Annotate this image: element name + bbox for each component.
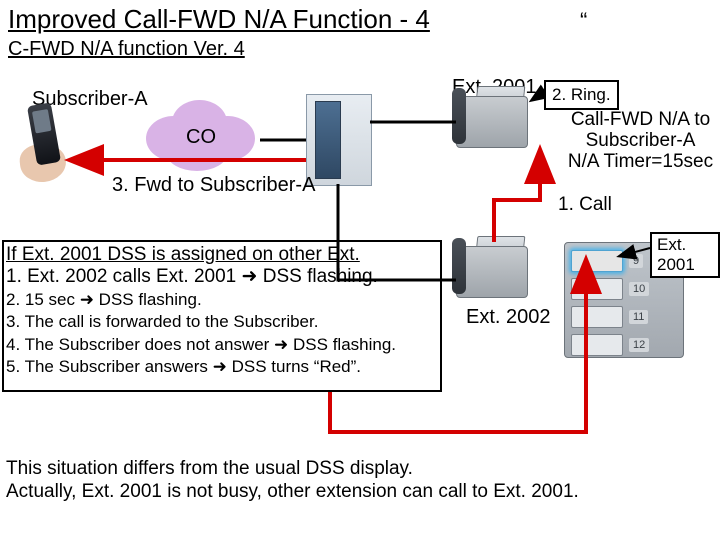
ring-step-box: 2. Ring.	[544, 80, 619, 110]
subscriber-mobile-icon	[18, 108, 78, 192]
dss-num-12: 12	[629, 338, 649, 352]
dss-num-9: 9	[629, 254, 643, 268]
page-title: Improved Call-FWD N/A Function - 4	[8, 4, 430, 35]
cfwd-line2: Subscriber-A	[558, 131, 720, 152]
dss-num-10: 10	[629, 282, 649, 296]
dss-ext-bubble: Ext. 2001	[650, 232, 720, 278]
dss-key-11	[571, 306, 623, 328]
subtitle: C-FWD N/A function Ver. 4	[8, 38, 245, 61]
scenario-step-4: 4. The Subscriber does not answer ➜ DSS …	[6, 335, 396, 354]
note-line-1: This situation differs from the usual DS…	[6, 458, 413, 479]
dss-key-12	[571, 334, 623, 356]
cfwd-line1: Call-FWD N/A to	[558, 110, 720, 131]
phone-ext-2001	[456, 92, 534, 154]
stray-quote: “	[580, 8, 587, 34]
cfwd-info: Call-FWD N/A to Subscriber-A N/A Timer=1…	[558, 110, 720, 173]
dss-key-9	[571, 250, 623, 272]
ext-2002-label: Ext. 2002	[466, 306, 551, 329]
call-step-label: 1. Call	[558, 194, 612, 216]
note-line-2: Actually, Ext. 2001 is not busy, other e…	[6, 481, 579, 502]
note-text: This situation differs from the usual DS…	[6, 458, 579, 504]
scenario-step-3: 3. The call is forwarded to the Subscrib…	[6, 312, 318, 331]
dss-key-10	[571, 278, 623, 300]
fwd-step-label: 3. Fwd to Subscriber-A	[112, 174, 315, 197]
co-label: CO	[186, 126, 216, 149]
pbx-icon	[306, 94, 372, 186]
scenario-step-5: 5. The Subscriber answers ➜ DSS turns “R…	[6, 357, 361, 376]
scenario-heading: If Ext. 2001 DSS is assigned on other Ex…	[6, 244, 360, 265]
scenario-step-1: 1. Ext. 2002 calls Ext. 2001 ➜ DSS flash…	[6, 266, 378, 287]
cfwd-line3: N/A Timer=15sec	[558, 152, 720, 173]
dss-num-11: 11	[629, 310, 648, 324]
scenario-step-2: 2. 15 sec ➜ DSS flashing.	[6, 290, 202, 309]
phone-ext-2002	[456, 242, 534, 304]
dss-scenario-text: If Ext. 2001 DSS is assigned on other Ex…	[6, 244, 442, 378]
